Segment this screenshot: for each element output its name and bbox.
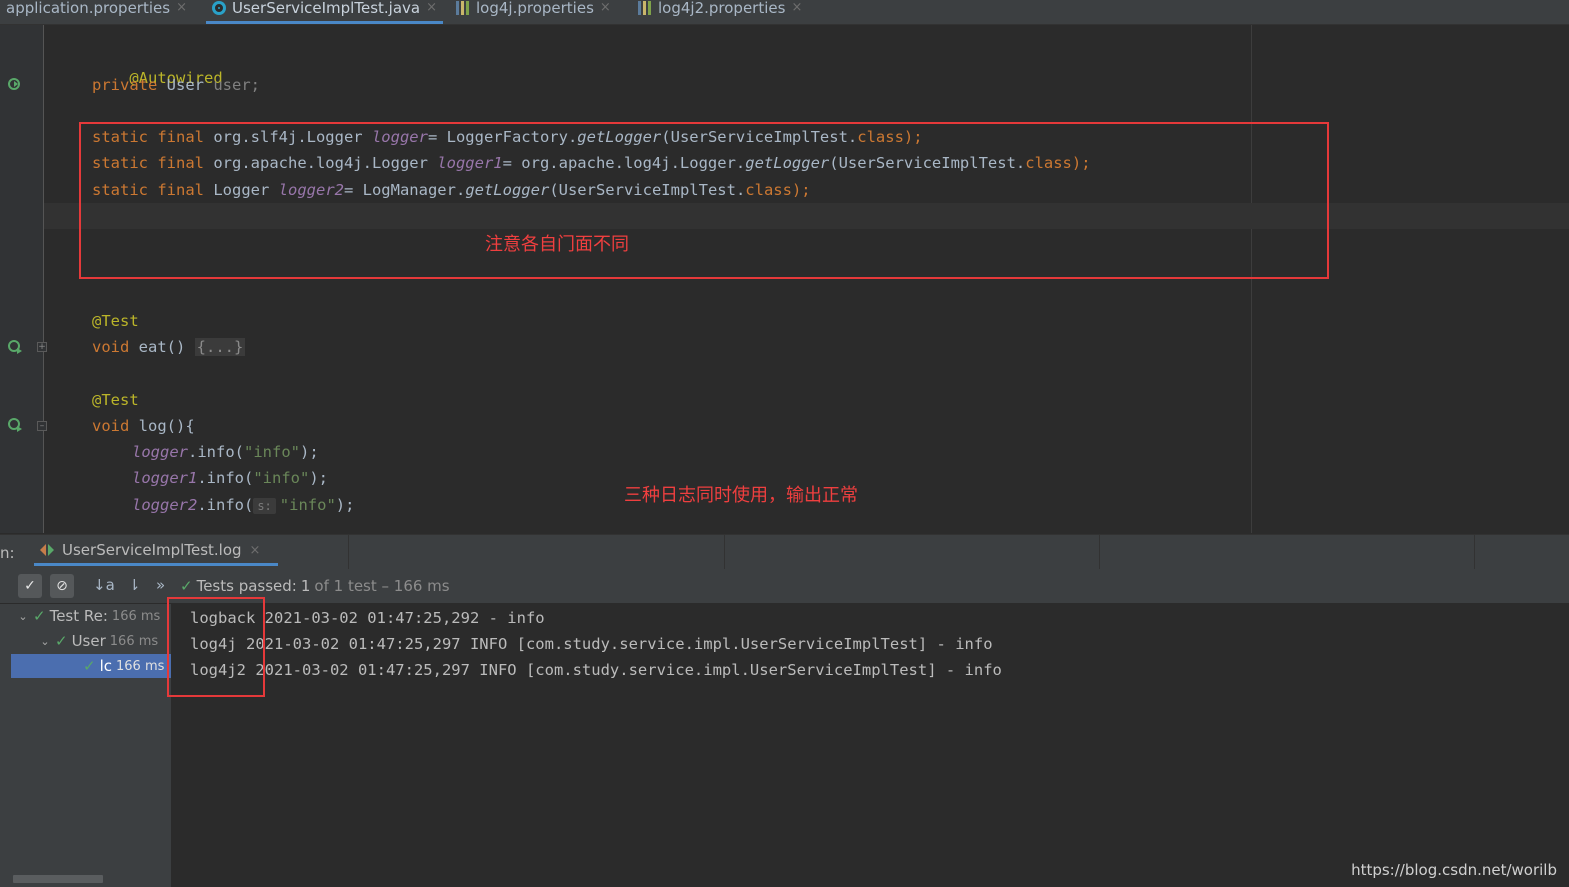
sort-by-duration-icon[interactable]: ⇂: [128, 576, 141, 594]
run-test-icon[interactable]: [7, 338, 23, 354]
close-icon[interactable]: ×: [600, 0, 611, 16]
expand-arrow-icon[interactable]: ⌄: [17, 610, 29, 623]
code-line-eat-method[interactable]: void eat() {...}: [92, 337, 246, 357]
status-passed-label: Tests passed:: [196, 577, 297, 595]
close-icon[interactable]: ×: [176, 0, 187, 16]
folded-body[interactable]: {...}: [194, 338, 246, 356]
tab-label: application.properties: [6, 0, 171, 17]
tree-node-label: Test Re:: [49, 607, 108, 625]
tab-label: log4j2.properties: [658, 0, 786, 17]
editor-gutter: [0, 25, 44, 533]
more-actions-icon[interactable]: »: [156, 576, 165, 594]
status-detail: of 1 test – 166 ms: [314, 577, 450, 595]
code-line-logger-info[interactable]: logger.info("info");: [132, 442, 319, 462]
show-ignored-toggle[interactable]: ⊘: [50, 574, 74, 598]
tree-node-time: 166 ms: [109, 633, 159, 649]
horizontal-scrollbar[interactable]: [13, 875, 103, 883]
show-passed-toggle[interactable]: ✓: [18, 574, 42, 598]
tab-label: UserServiceImplTest.java: [232, 0, 421, 17]
code-line-autowired[interactable]: @Autowired: [92, 48, 222, 87]
passed-check-icon: ✓: [55, 632, 68, 650]
parameter-hint: s:: [253, 498, 276, 514]
watermark: https://blog.csdn.net/worilb: [1351, 861, 1557, 879]
right-margin-guide: [1251, 25, 1252, 533]
tree-node-label: User: [71, 632, 106, 650]
logger-declarations-highlight-box: [79, 122, 1329, 279]
close-icon[interactable]: ×: [426, 0, 437, 16]
logger-names-highlight-box: [167, 597, 265, 697]
facades-note: 注意各自门面不同: [485, 234, 629, 255]
tree-node-time: 166 ms: [111, 608, 161, 624]
run-panel-header: n: UserServiceImplTest.log ×: [0, 534, 1569, 570]
properties-file-icon: [638, 1, 652, 15]
tab-log4j-properties[interactable]: log4j.properties ×: [456, 0, 611, 24]
tree-node-time: 166 ms: [116, 658, 165, 674]
passed-check-icon: ✓: [33, 607, 46, 625]
close-icon[interactable]: ×: [791, 0, 802, 16]
tab-user-service-impl-test[interactable]: UserServiceImplTest.java ×: [206, 0, 443, 24]
code-line-user-field[interactable]: private User user;: [92, 75, 260, 95]
tree-node-test-method[interactable]: ✓ lc 166 ms: [11, 654, 171, 678]
code-line-test-annotation[interactable]: @Test: [92, 390, 139, 410]
tab-application-properties[interactable]: application.properties ×: [0, 0, 187, 24]
tree-node-test-results[interactable]: ⌄ ✓ Test Re: 166 ms: [11, 604, 171, 628]
run-tab-label: UserServiceImplTest.log: [62, 541, 242, 559]
expand-arrow-icon[interactable]: ⌄: [39, 635, 51, 648]
console-line: log4j 2021-03-02 01:47:25,297 INFO [com.…: [190, 635, 993, 653]
editor-tab-bar: application.properties × UserServiceImpl…: [0, 0, 1569, 25]
status-count: 1: [300, 577, 311, 595]
left-tool-strip: [0, 604, 11, 887]
properties-file-icon: [456, 1, 470, 15]
tab-run-configuration[interactable]: UserServiceImplTest.log ×: [33, 541, 279, 566]
code-line-log-method[interactable]: void log(){: [92, 416, 195, 436]
code-line-logger2-info[interactable]: logger2.info(s: "info");: [132, 495, 354, 515]
test-status: ✓ Tests passed: 1 of 1 test – 166 ms: [180, 577, 450, 595]
tree-node-test-class[interactable]: ⌄ ✓ User 166 ms: [11, 629, 171, 653]
run-config-icon: [40, 544, 54, 556]
code-line-logger1-info[interactable]: logger1.info("info");: [132, 468, 328, 488]
close-icon[interactable]: ×: [250, 543, 261, 558]
tree-node-label: lc: [99, 657, 112, 675]
autowired-bean-icon[interactable]: [7, 76, 23, 92]
tab-log4j2-properties[interactable]: log4j2.properties ×: [638, 0, 802, 24]
fold-collapse-icon[interactable]: –: [37, 421, 47, 431]
test-results-tree[interactable]: ⌄ ✓ Test Re: 166 ms ⌄ ✓ User 166 ms ✓ lc…: [11, 604, 172, 887]
passed-check-icon: ✓: [83, 657, 96, 675]
sort-alphabetically-icon[interactable]: ↓a: [93, 576, 115, 594]
run-panel-label: n:: [0, 544, 15, 562]
ignored-icon: ⊘: [56, 578, 68, 594]
check-icon: ✓: [24, 578, 36, 594]
console-output[interactable]: logback 2021-03-02 01:47:25,292 - info l…: [167, 597, 1569, 887]
java-class-icon: [212, 1, 226, 15]
code-editor[interactable]: + – @Autowired private User user; static…: [0, 25, 1569, 533]
code-line-test-annotation[interactable]: @Test: [92, 311, 139, 331]
run-test-icon[interactable]: [7, 416, 23, 432]
passed-check-icon: ✓: [180, 577, 193, 595]
fold-expand-icon[interactable]: +: [37, 342, 47, 352]
console-line: log4j2 2021-03-02 01:47:25,297 INFO [com…: [190, 661, 1002, 679]
tab-label: log4j.properties: [476, 0, 594, 17]
output-note: 三种日志同时使用，输出正常: [624, 485, 858, 506]
